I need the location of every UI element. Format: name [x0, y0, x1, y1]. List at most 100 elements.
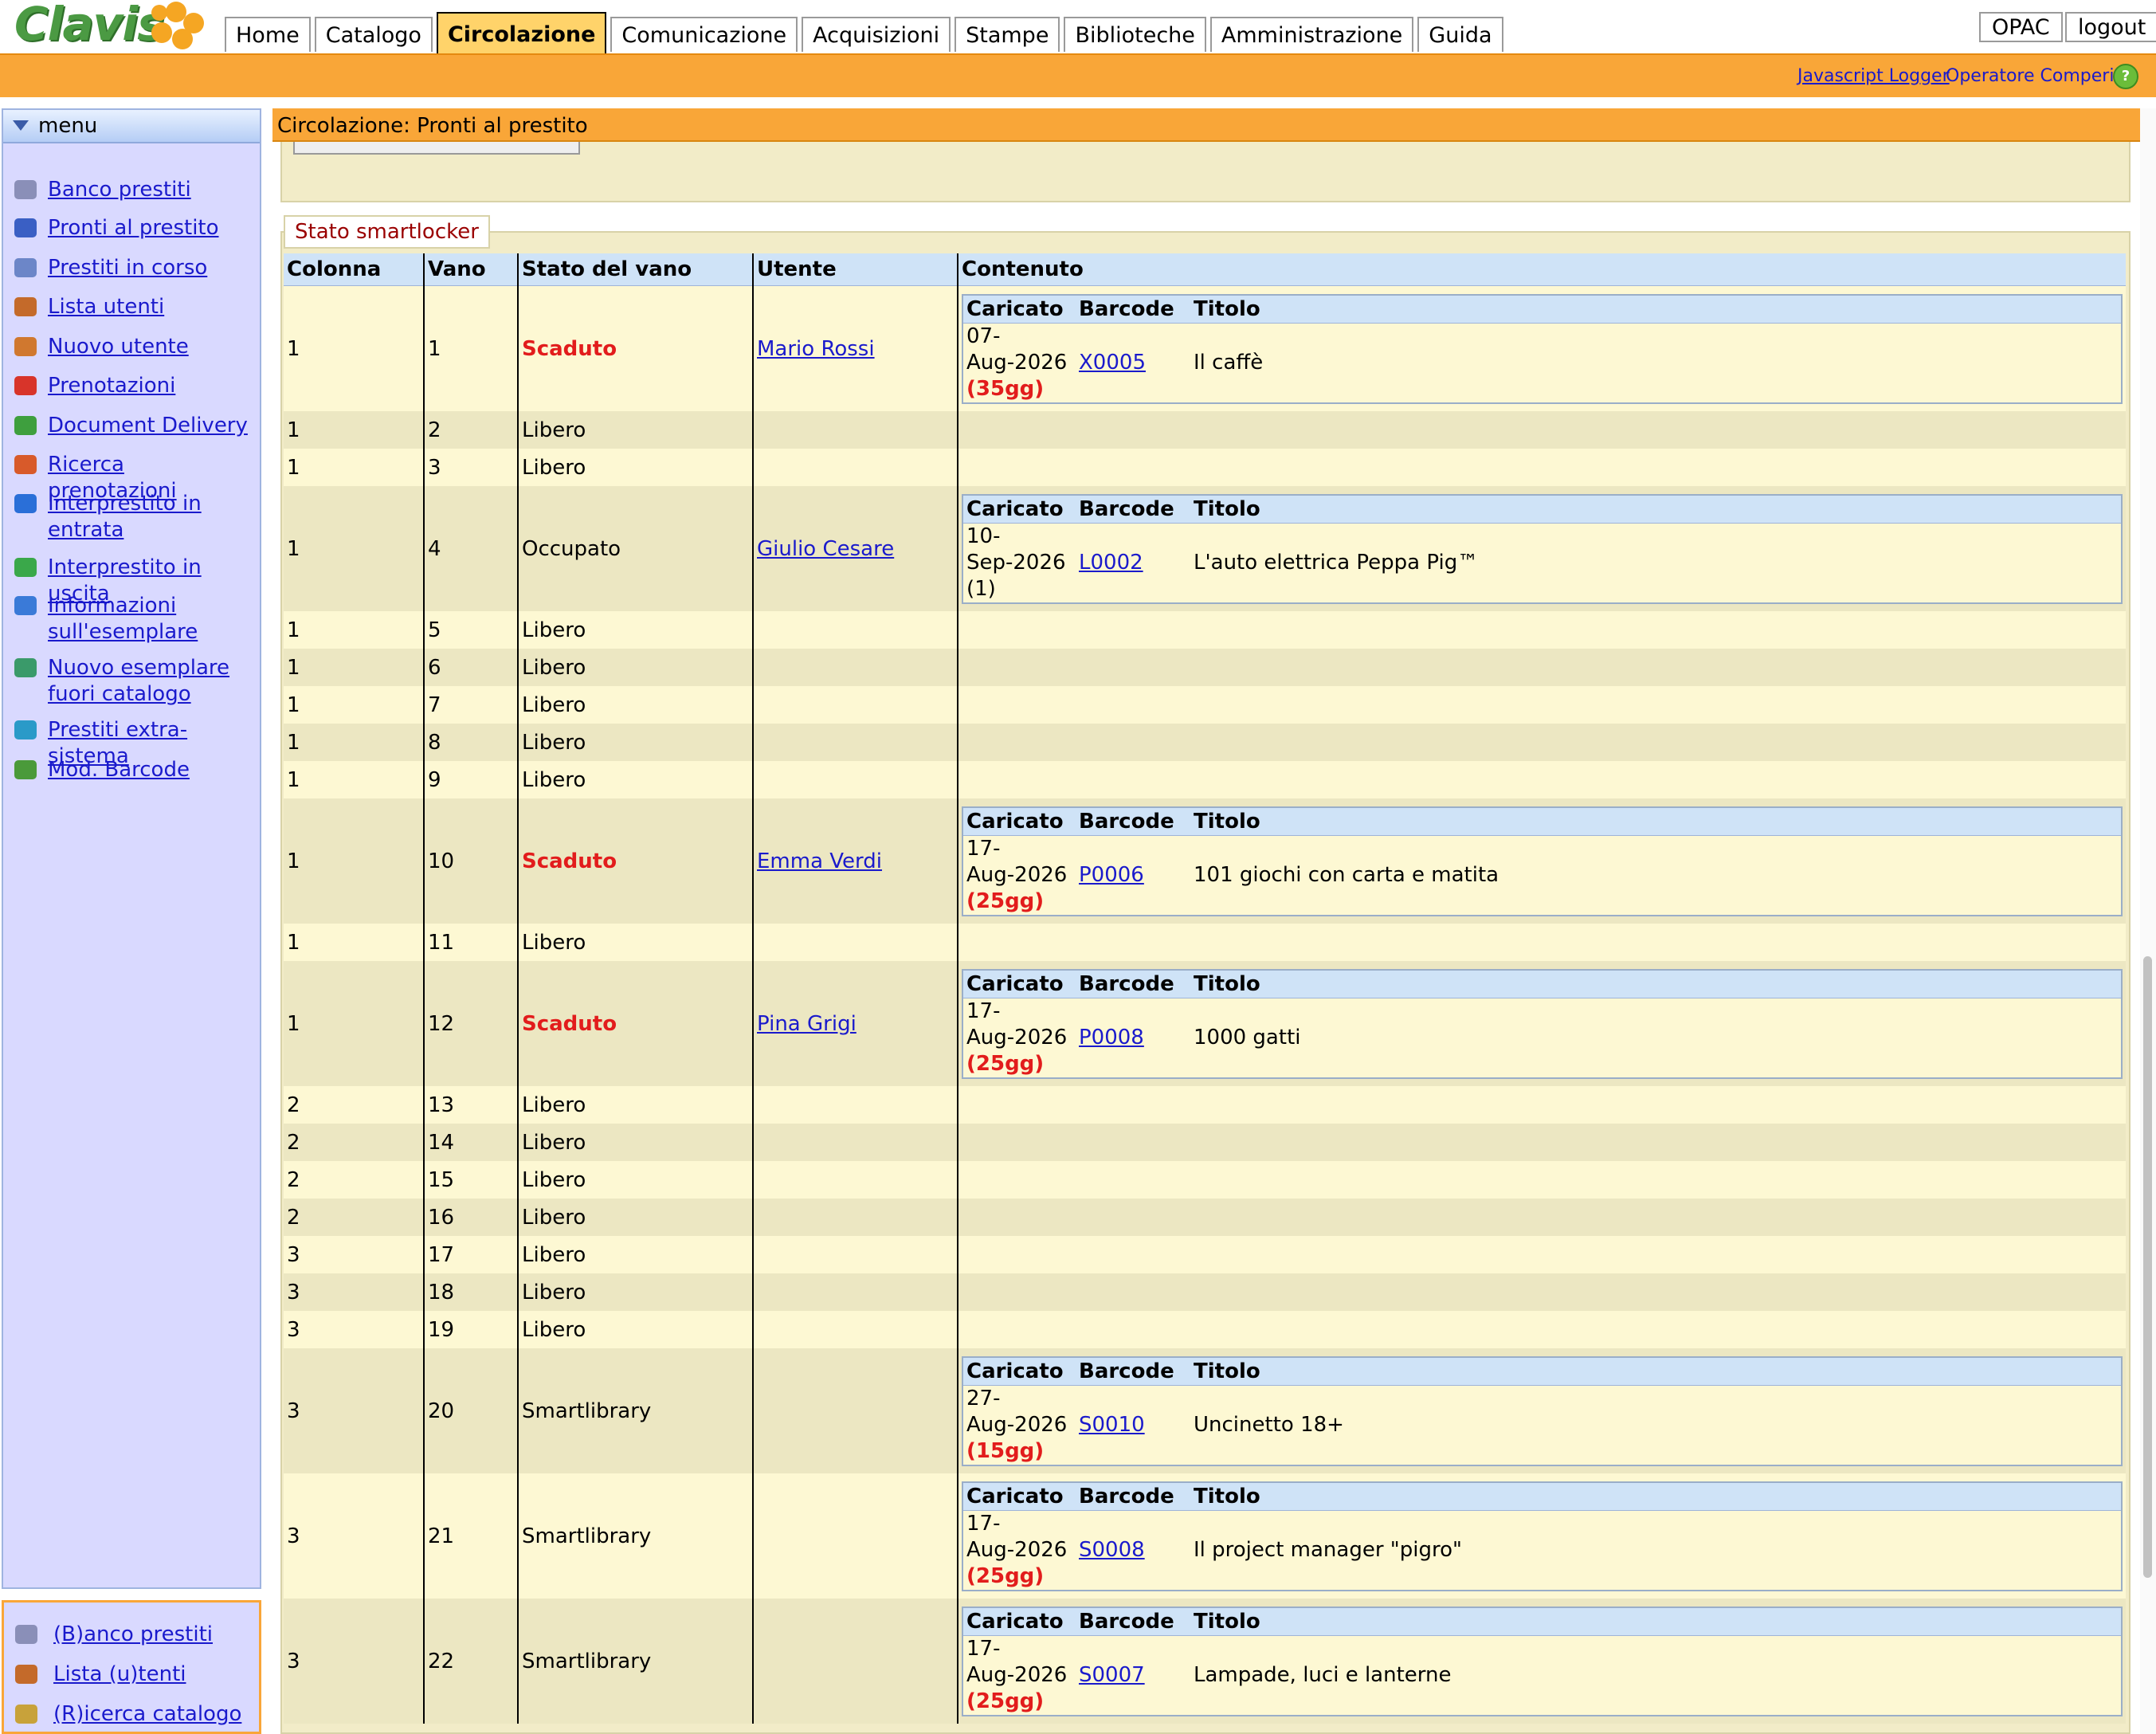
sidebar-item-label[interactable]: Banco prestiti	[48, 177, 255, 203]
sub-header: Javascript Logger Operatore Comperio ?	[0, 53, 2156, 97]
tab-comunicazione[interactable]: Comunicazione	[610, 17, 798, 52]
cell-contenuto	[957, 1273, 2126, 1311]
logout-button[interactable]: logout	[2065, 12, 2156, 42]
quick-item-label[interactable]: (B)anco prestiti	[53, 1622, 213, 1648]
document-icon	[14, 416, 37, 435]
cell-colonna: 1	[284, 686, 424, 724]
content-row: 17- Aug-2026 (25gg) S0007 Lampade, luci e la…	[962, 1635, 2122, 1716]
days-count: (1)	[966, 576, 996, 601]
barcode-link[interactable]: P0008	[1079, 1026, 1144, 1049]
cell-stato: Libero	[517, 1161, 753, 1198]
quick-item-label[interactable]: (R)icerca catalogo	[53, 1701, 241, 1728]
clavis-logo[interactable]: Clavis	[14, 0, 204, 51]
tab-stampe[interactable]: Stampe	[955, 17, 1060, 52]
sidebar-header[interactable]: menu	[3, 110, 260, 143]
sidebar-item-label[interactable]: Document Delivery	[48, 413, 255, 439]
tab-biblioteche[interactable]: Biblioteche	[1064, 17, 1206, 52]
cell-utente	[752, 1273, 958, 1311]
barcode-link[interactable]: L0002	[1079, 551, 1143, 575]
content-row: 17- Aug-2026 (25gg) P0008 1000 gatti	[962, 998, 2122, 1078]
cell-contenuto	[957, 1124, 2126, 1161]
table-row: 1 4 Occupato Giulio Cesare Caricato Barcode Ti…	[284, 486, 2126, 611]
cell-stato: Libero	[517, 1311, 753, 1348]
cell-utente	[752, 924, 958, 961]
sidebar-item-label[interactable]: Nuovo utente	[48, 334, 255, 360]
tab-catalogo[interactable]: Catalogo	[314, 17, 433, 52]
cell-vano: 13	[423, 1086, 518, 1124]
cell-contenuto: Caricato Barcode Titolo 10- Sep-2026 (1) L0002…	[957, 486, 2126, 611]
cell-vano: 1	[423, 285, 518, 411]
tab-circolazione[interactable]: Circolazione	[436, 12, 607, 53]
javascript-logger-link[interactable]: Javascript Logger	[1797, 66, 1950, 86]
operator-link[interactable]: Operatore Comperio	[1946, 66, 2125, 86]
smartlocker-table: Colonna Vano Stato del vano Utente Contenuto…	[284, 253, 2126, 1724]
barcode-link[interactable]: S0010	[1079, 1413, 1145, 1437]
cell-colonna: 1	[284, 798, 424, 924]
tab-guida[interactable]: Guida	[1417, 17, 1503, 52]
cell-colonna: 3	[284, 1473, 424, 1599]
content-row: 17- Aug-2026 (25gg) S0008 Il project manager…	[962, 1510, 2122, 1591]
content-row: 17- Aug-2026 (25gg) P0006 101 giochi con car…	[962, 835, 2122, 916]
user-link[interactable]: Giulio Cesare	[757, 537, 894, 561]
loaded-date-cell: 17- Aug-2026 (25gg)	[962, 835, 1076, 916]
barcode-icon	[14, 760, 37, 779]
sidebar-item-label[interactable]: Interprestito in entrata	[48, 491, 255, 543]
gears-icon	[15, 1625, 37, 1644]
tab-home[interactable]: Home	[225, 17, 311, 52]
table-row: 2 14 Libero	[284, 1124, 2126, 1161]
logo-text: Clavis	[14, 0, 165, 51]
cell-utente	[752, 1348, 958, 1473]
sidebar-item-label[interactable]: Informazioni sull'esemplare	[48, 593, 255, 645]
days-count: (25gg)	[966, 1689, 1045, 1713]
inner-header-caricato: Caricato	[962, 1481, 1076, 1511]
cell-colonna: 1	[284, 285, 424, 411]
inner-header-titolo: Titolo	[1190, 1606, 2122, 1636]
opac-button[interactable]: OPAC	[1979, 12, 2063, 42]
barcode-link[interactable]: X0005	[1079, 351, 1146, 375]
barcode-cell: S0010	[1076, 1385, 1190, 1465]
sidebar-item-label[interactable]: Nuovo esemplare fuori catalogo	[48, 655, 255, 708]
user-link[interactable]: Emma Verdi	[757, 849, 882, 873]
days-count: (25gg)	[966, 1563, 1045, 1588]
content-table: Caricato Barcode Titolo 17- Aug-2026 (25gg) P0…	[962, 806, 2123, 916]
barcode-link[interactable]: P0006	[1079, 863, 1144, 887]
cell-vano: 15	[423, 1161, 518, 1198]
barcode-link[interactable]: S0008	[1079, 1538, 1145, 1562]
cell-vano: 12	[423, 961, 518, 1086]
help-icon[interactable]: ?	[2113, 64, 2138, 89]
cell-colonna: 1	[284, 649, 424, 686]
tab-acquisizioni[interactable]: Acquisizioni	[802, 17, 951, 52]
panel-title: Circolazione: Pronti al prestito	[272, 108, 2156, 142]
table-header-row: Colonna Vano Stato del vano Utente Contenuto	[284, 253, 2126, 286]
table-row: 3 22 Smartlibrary Caricato Barcode Titolo 17- A…	[284, 1599, 2126, 1724]
cell-utente	[752, 1086, 958, 1124]
loaded-date-cell: 07- Aug-2026 (35gg)	[962, 323, 1076, 403]
cell-vano: 3	[423, 449, 518, 486]
barcode-link[interactable]: S0007	[1079, 1663, 1145, 1687]
sidebar-item-label[interactable]: Lista utenti	[48, 294, 255, 320]
quick-menu: (B)anco prestiti Lista (u)tenti (R)icerca …	[2, 1600, 261, 1734]
scrollbar-thumb[interactable]	[2143, 956, 2152, 1578]
content-table: Caricato Barcode Titolo 10- Sep-2026 (1) L0002…	[962, 493, 2123, 604]
quick-item-label[interactable]: Lista (u)tenti	[53, 1661, 186, 1688]
cell-utente	[752, 724, 958, 761]
sidebar-item-label[interactable]: Pronti al prestito	[48, 215, 255, 241]
sidebar-item-label[interactable]: Mod. Barcode	[48, 757, 255, 783]
cell-stato: Scaduto	[517, 798, 753, 924]
user-link[interactable]: Pina Grigi	[757, 1012, 857, 1036]
cell-colonna: 2	[284, 1124, 424, 1161]
sidebar-item-label[interactable]: Prenotazioni	[48, 373, 255, 399]
search-icon	[15, 1705, 37, 1724]
user-link[interactable]: Mario Rossi	[757, 337, 875, 361]
cell-colonna: 2	[284, 1086, 424, 1124]
upper-button-stub[interactable]	[293, 142, 580, 155]
days-count: (15gg)	[966, 1438, 1045, 1463]
loaded-date-cell: 27- Aug-2026 (15gg)	[962, 1385, 1076, 1465]
content-row: 10- Sep-2026 (1) L0002 L'auto elettrica Pepp…	[962, 523, 2122, 603]
content-row: 27- Aug-2026 (15gg) S0010 Uncinetto 18+	[962, 1385, 2122, 1465]
tab-amministrazione[interactable]: Amministrazione	[1209, 17, 1414, 52]
arrow-in-icon	[14, 494, 37, 513]
sidebar-item-label[interactable]: Prestiti in corso	[48, 255, 255, 281]
cell-contenuto	[957, 686, 2126, 724]
barcode-cell: S0008	[1076, 1510, 1190, 1591]
